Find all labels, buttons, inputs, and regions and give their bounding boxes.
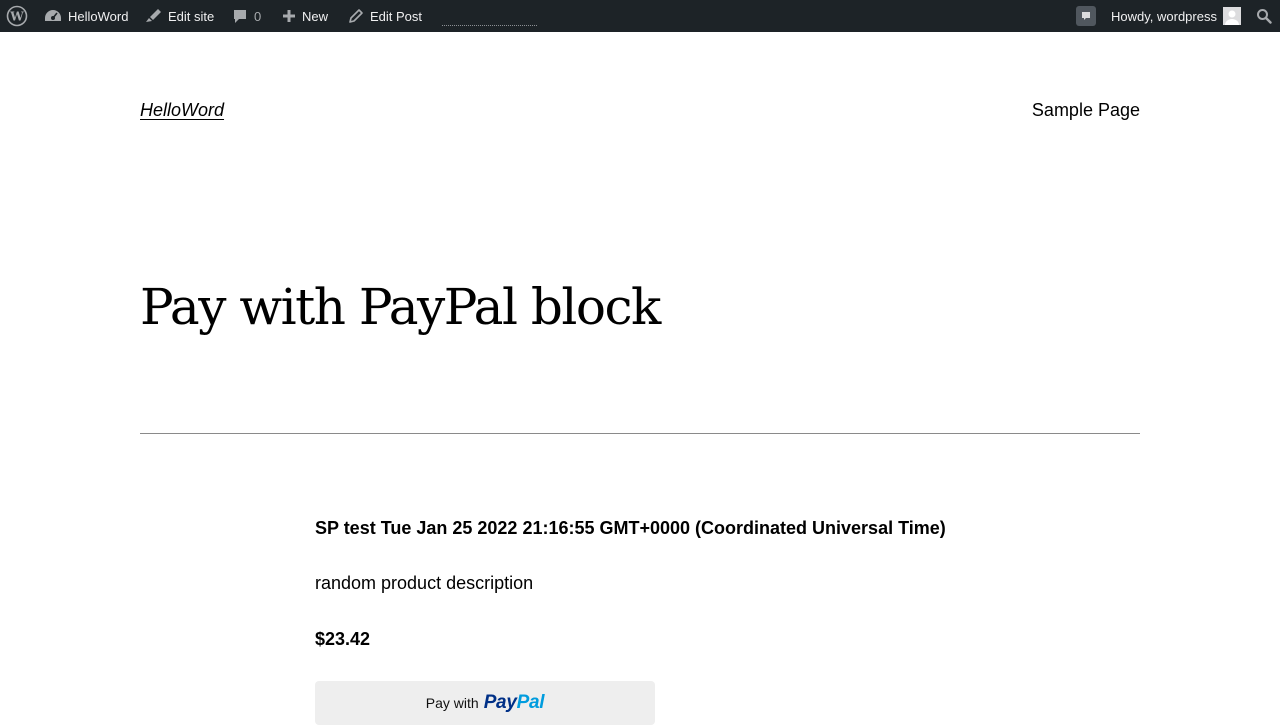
search-icon [1256,8,1272,24]
paypal-button-prefix: Pay with [425,695,479,711]
comment-bubble-icon [232,8,248,24]
new-label: New [302,8,329,24]
brush-icon [144,8,162,24]
paypal-logo: PayPal [483,692,545,713]
nav-sample-page-link[interactable]: Sample Page [1032,98,1140,122]
pay-with-paypal-button[interactable]: Pay with PayPal [315,681,655,725]
new-content-menu[interactable]: New [282,0,328,32]
edit-post-link[interactable]: Edit Post [348,0,422,32]
notification-icon [1076,6,1096,26]
product-description: random product description [315,573,534,593]
dashboard-icon [44,8,62,24]
comments-count: 0 [254,8,262,24]
edit-post-label: Edit Post [370,8,423,24]
account-menu[interactable]: Howdy, wordpress [1111,0,1241,32]
plus-icon [282,9,296,23]
svg-text:W: W [9,10,24,24]
site-name-menu[interactable]: HelloWord [44,0,128,32]
separator [140,433,1140,434]
avatar-icon [1222,7,1241,25]
pencil-icon [348,8,364,24]
edit-site-label: Edit site [168,8,215,24]
site-name-label: HelloWord [68,8,129,24]
howdy-label: Howdy, wordpress [1111,8,1217,24]
product-price: $23.42 [315,629,371,649]
wordpress-menu[interactable]: W [6,0,28,32]
admin-bar-placeholder-item[interactable] [442,25,537,26]
product-name: SP test Tue Jan 25 2022 21:16:55 GMT+000… [315,518,946,538]
admin-search-button[interactable] [1256,0,1272,32]
post-title: Pay with PayPal block [140,278,661,336]
site-title-link[interactable]: HelloWord [140,98,224,122]
notifications-button[interactable] [1076,0,1096,32]
admin-bar: W HelloWord Edit site 0 New Edit Post Ho… [0,0,1280,32]
comments-link[interactable]: 0 [232,0,261,32]
wordpress-logo-icon: W [6,5,28,27]
edit-site-link[interactable]: Edit site [144,0,214,32]
